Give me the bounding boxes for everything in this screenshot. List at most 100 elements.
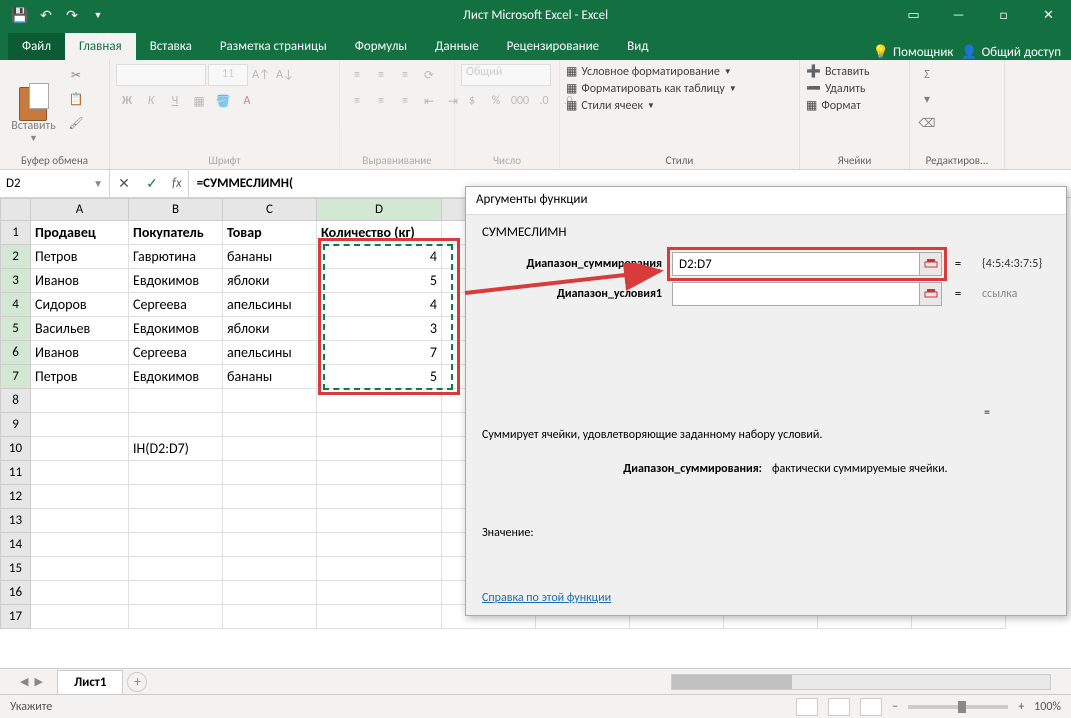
prev-sheet-icon[interactable]: ◀ [20, 675, 28, 688]
undo-icon[interactable]: ↶ [34, 3, 58, 27]
row-header-4[interactable]: 4 [1, 293, 31, 317]
font-size-select[interactable]: 11 [208, 64, 248, 86]
autosum-icon[interactable]: Σ [916, 64, 938, 86]
conditional-formatting-button[interactable]: ▦ Условное форматирование ▼ [566, 64, 732, 79]
border-icon[interactable]: ▦ [188, 90, 210, 112]
column-header-C[interactable]: C [223, 199, 317, 221]
decrease-font-icon[interactable]: A↓ [274, 64, 296, 86]
row-header-2[interactable]: 2 [1, 245, 31, 269]
indent-decrease-icon[interactable]: ⇤ [418, 90, 440, 112]
paste-button[interactable]: Вставить ▼ [6, 64, 61, 144]
cell[interactable] [31, 413, 129, 437]
tab-file[interactable]: Файл [8, 33, 65, 60]
cell[interactable] [31, 533, 129, 557]
fill-color-icon[interactable]: 🪣 [212, 90, 234, 112]
cell[interactable] [317, 485, 442, 509]
cell[interactable] [223, 485, 317, 509]
collapse-dialog-icon[interactable] [919, 283, 941, 305]
help-link[interactable]: Справка по этой функции [482, 591, 611, 605]
tell-me-helper[interactable]: 💡 Помощник [873, 45, 954, 60]
cell[interactable]: Евдокимов [129, 317, 223, 341]
row-header-17[interactable]: 17 [1, 605, 31, 629]
cell[interactable] [129, 485, 223, 509]
align-left-icon[interactable]: ≡ [346, 90, 368, 112]
cell[interactable]: Сергеева [129, 341, 223, 365]
cell[interactable] [223, 461, 317, 485]
zoom-in-icon[interactable]: + [1018, 700, 1024, 714]
cell[interactable]: бананы [223, 245, 317, 269]
sheet-nav[interactable]: ◀ ▶ [20, 675, 43, 688]
format-painter-icon[interactable]: 🖌 [65, 112, 87, 134]
tab-formulas[interactable]: Формулы [341, 33, 421, 60]
cell[interactable] [31, 485, 129, 509]
cell[interactable] [129, 509, 223, 533]
row-header-5[interactable]: 5 [1, 317, 31, 341]
row-header-10[interactable]: 10 [1, 437, 31, 461]
cell[interactable]: апельсины [223, 341, 317, 365]
cell[interactable]: апельсины [223, 293, 317, 317]
fx-icon[interactable]: fx [166, 176, 188, 191]
align-top-icon[interactable]: ≡ [346, 64, 368, 86]
row-header-14[interactable]: 14 [1, 533, 31, 557]
row-header-8[interactable]: 8 [1, 389, 31, 413]
underline-button[interactable]: Ч [164, 90, 186, 112]
cell[interactable]: Васильев [31, 317, 129, 341]
cell[interactable]: 5 [317, 269, 442, 293]
cell[interactable] [317, 533, 442, 557]
horizontal-scrollbar[interactable] [671, 674, 1051, 690]
cell[interactable]: Количество (кг) [317, 221, 442, 245]
cell[interactable]: Покупатель [129, 221, 223, 245]
cell[interactable] [223, 533, 317, 557]
cut-icon[interactable]: ✂ [65, 64, 87, 86]
cell[interactable] [317, 605, 442, 629]
cell[interactable] [317, 581, 442, 605]
cell[interactable] [31, 509, 129, 533]
add-sheet-button[interactable]: + [127, 672, 147, 692]
tab-home[interactable]: Главная [65, 33, 136, 60]
cell[interactable] [223, 413, 317, 437]
cell[interactable] [129, 581, 223, 605]
cell[interactable]: Сергеева [129, 293, 223, 317]
cell[interactable] [223, 557, 317, 581]
row-header-11[interactable]: 11 [1, 461, 31, 485]
cell[interactable] [317, 437, 442, 461]
redo-icon[interactable]: ↷ [60, 3, 84, 27]
cell[interactable]: Товар [223, 221, 317, 245]
row-header-9[interactable]: 9 [1, 413, 31, 437]
cell[interactable] [317, 461, 442, 485]
cell[interactable]: ІН(D2:D7) [129, 437, 223, 461]
font-color-icon[interactable]: A [236, 90, 258, 112]
zoom-slider[interactable] [908, 705, 1008, 709]
cell[interactable] [223, 509, 317, 533]
cell[interactable] [129, 389, 223, 413]
row-header-7[interactable]: 7 [1, 365, 31, 389]
cell[interactable] [31, 437, 129, 461]
column-header-B[interactable]: B [129, 199, 223, 221]
cell[interactable]: Евдокимов [129, 365, 223, 389]
cell[interactable] [317, 389, 442, 413]
cell[interactable]: Иванов [31, 269, 129, 293]
cell[interactable] [317, 413, 442, 437]
normal-view-icon[interactable] [796, 698, 818, 716]
increase-decimal-icon[interactable]: .0 [533, 90, 555, 112]
font-family-select[interactable] [116, 64, 206, 86]
zoom-out-icon[interactable]: − [892, 700, 898, 714]
cell-styles-button[interactable]: ▦ Стили ячеек ▼ [566, 98, 655, 113]
enter-formula-button[interactable]: ✓ [138, 175, 166, 192]
tab-data[interactable]: Данные [421, 33, 493, 60]
cell[interactable] [31, 581, 129, 605]
qat-customize-icon[interactable]: ▼ [86, 3, 110, 27]
row-header-3[interactable]: 3 [1, 269, 31, 293]
next-sheet-icon[interactable]: ▶ [34, 675, 42, 688]
cell[interactable] [31, 389, 129, 413]
row-header-1[interactable]: 1 [1, 221, 31, 245]
cell[interactable] [31, 461, 129, 485]
column-header-D[interactable]: D [317, 199, 442, 221]
maximize-button[interactable]: □ [981, 0, 1026, 30]
cell[interactable]: 7 [317, 341, 442, 365]
cell[interactable] [317, 509, 442, 533]
number-format-select[interactable]: Общий [461, 64, 551, 86]
tab-view[interactable]: Вид [613, 33, 662, 60]
bold-button[interactable]: Ж [116, 90, 138, 112]
cell[interactable]: Гаврютина [129, 245, 223, 269]
